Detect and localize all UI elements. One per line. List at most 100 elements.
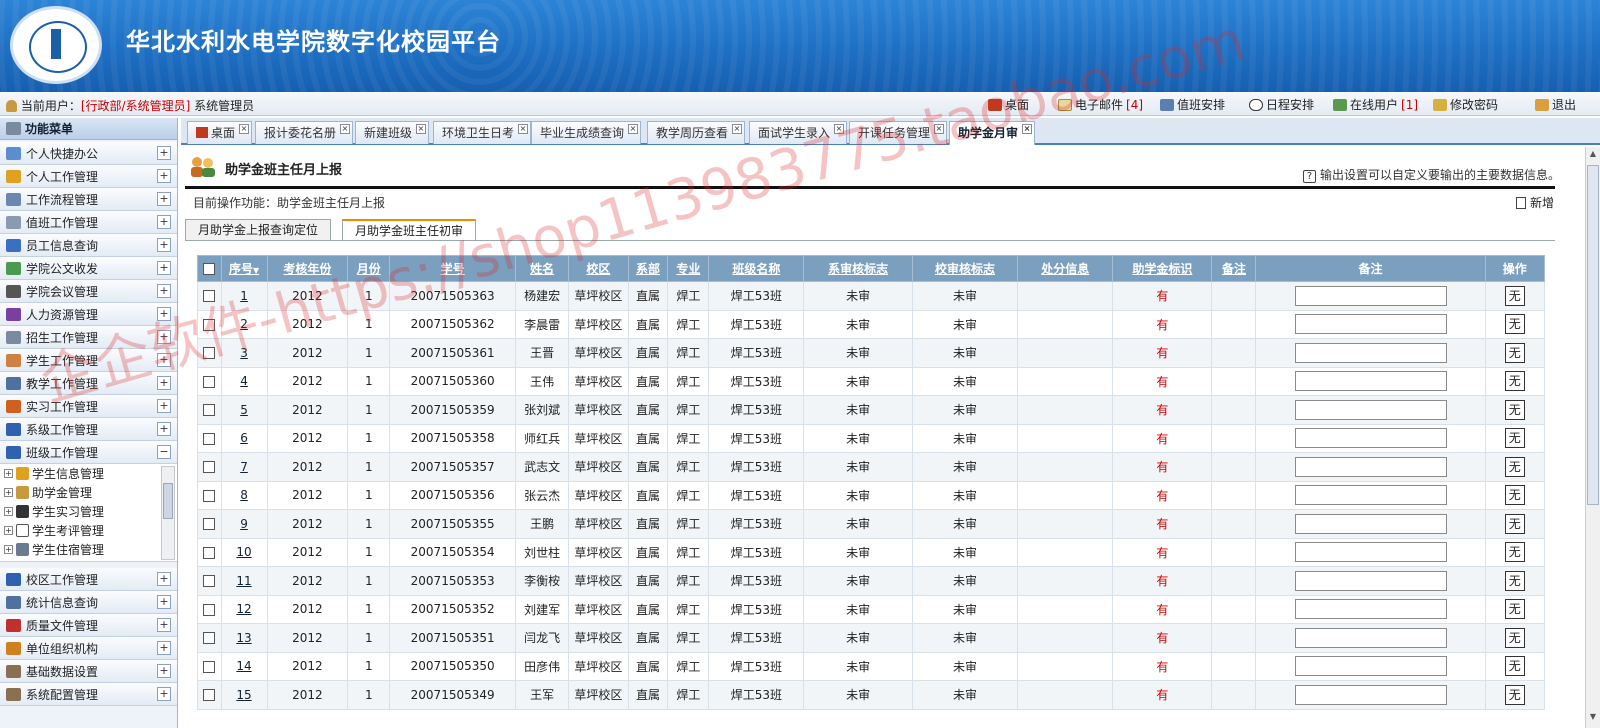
sidebar-item-documents[interactable]: 学院公文收发 + xyxy=(0,257,177,280)
seq-link[interactable]: 7 xyxy=(240,460,248,474)
expand-icon[interactable]: + xyxy=(157,330,171,344)
close-icon[interactable]: × xyxy=(732,124,743,134)
sidebar-item-duty[interactable]: 值班工作管理 + xyxy=(0,211,177,234)
seq-link[interactable]: 4 xyxy=(240,374,248,388)
tab-teaching-calendar[interactable]: 教学周历查看 × xyxy=(647,121,746,144)
close-icon[interactable]: × xyxy=(340,124,351,134)
remark-input[interactable] xyxy=(1294,542,1447,563)
submenu-item-internship[interactable]: + 学生实习管理 xyxy=(0,502,177,521)
remark-input[interactable] xyxy=(1294,342,1447,363)
expand-icon[interactable]: + xyxy=(157,307,171,321)
close-icon[interactable]: × xyxy=(628,124,639,134)
expand-icon[interactable]: + xyxy=(157,284,171,298)
close-icon[interactable]: × xyxy=(934,124,945,134)
row-select-cell[interactable] xyxy=(197,395,222,425)
seq-link[interactable]: 11 xyxy=(236,574,251,588)
action-button[interactable]: 无 xyxy=(1504,542,1525,563)
remark-input[interactable] xyxy=(1294,513,1447,534)
sidebar-item-base-data[interactable]: 基础数据设置 + xyxy=(0,660,177,683)
submenu-item-dorm[interactable]: + 学生住宿管理 xyxy=(0,540,177,559)
tab-desktop[interactable]: 桌面 × xyxy=(187,121,253,144)
action-button[interactable]: 无 xyxy=(1504,684,1525,705)
row-select-cell[interactable] xyxy=(197,281,222,311)
nav-desktop[interactable]: 桌面 xyxy=(988,96,1029,113)
action-button[interactable]: 无 xyxy=(1504,599,1525,620)
remark-input[interactable] xyxy=(1294,371,1447,392)
expand-icon[interactable]: + xyxy=(157,169,171,183)
cell-seq[interactable]: 4 xyxy=(220,366,268,396)
expand-icon[interactable]: + xyxy=(157,664,171,678)
col-seq[interactable]: 序号▼ xyxy=(220,255,268,282)
tab-new-class[interactable]: 新建班级 × xyxy=(355,121,430,144)
row-checkbox[interactable] xyxy=(203,632,216,645)
seq-link[interactable]: 2 xyxy=(240,317,248,331)
cell-seq[interactable]: 13 xyxy=(220,623,268,653)
expand-icon[interactable]: + xyxy=(157,641,171,655)
submenu-item-evaluation[interactable]: + 学生考评管理 xyxy=(0,521,177,540)
cell-seq[interactable]: 6 xyxy=(220,423,268,453)
remark-input[interactable] xyxy=(1294,399,1447,420)
remark-input[interactable] xyxy=(1294,599,1447,620)
submenu-scrollbar[interactable] xyxy=(161,466,175,560)
cell-seq[interactable]: 15 xyxy=(220,680,268,710)
row-select-cell[interactable] xyxy=(197,623,222,653)
tab-grant-monthly[interactable]: 助学金月审 × xyxy=(949,121,1036,145)
sidebar-item-staff-info[interactable]: 员工信息查询 + xyxy=(0,234,177,257)
expand-icon[interactable]: + xyxy=(157,238,171,252)
action-button[interactable]: 无 xyxy=(1504,513,1525,534)
cell-seq[interactable]: 5 xyxy=(220,395,268,425)
row-select-cell[interactable] xyxy=(197,566,222,596)
row-checkbox[interactable] xyxy=(203,603,216,616)
tab-course-tasks[interactable]: 开课任务管理 × xyxy=(849,121,948,144)
sidebar-item-workflow[interactable]: 工作流程管理 + xyxy=(0,188,177,211)
expand-icon[interactable]: + xyxy=(157,376,171,390)
remark-input[interactable] xyxy=(1294,485,1447,506)
col-grant-flag[interactable]: 助学金标识 xyxy=(1112,255,1213,282)
sidebar-item-system-config[interactable]: 系统配置管理 + xyxy=(0,683,177,706)
row-select-cell[interactable] xyxy=(197,537,222,567)
row-checkbox[interactable] xyxy=(203,318,216,331)
col-name[interactable]: 姓名 xyxy=(515,255,570,282)
row-checkbox[interactable] xyxy=(203,546,216,559)
action-button[interactable]: 无 xyxy=(1504,485,1525,506)
sidebar-item-department[interactable]: 系级工作管理 + xyxy=(0,418,177,441)
row-select-cell[interactable] xyxy=(197,509,222,539)
expand-icon[interactable]: + xyxy=(157,687,171,701)
expand-icon[interactable]: + xyxy=(157,261,171,275)
help-text[interactable]: ? 输出设置可以自定义要输出的主要数据信息。 xyxy=(1302,166,1560,183)
subtab-query[interactable]: 月助学金上报查询定位 xyxy=(185,219,332,241)
seq-link[interactable]: 9 xyxy=(240,517,248,531)
row-select-cell[interactable] xyxy=(197,423,222,453)
sidebar-item-campus[interactable]: 校区工作管理 + xyxy=(0,568,177,591)
close-icon[interactable]: × xyxy=(518,124,529,134)
tab-graduate-grades[interactable]: 毕业生成绩查询 × xyxy=(531,121,642,144)
remark-input[interactable] xyxy=(1294,314,1447,335)
sidebar-item-personal-office[interactable]: 个人快捷办公 + xyxy=(0,142,177,165)
row-select-cell[interactable] xyxy=(197,651,222,681)
row-checkbox[interactable] xyxy=(203,290,216,303)
action-button[interactable]: 无 xyxy=(1504,371,1525,392)
action-button[interactable]: 无 xyxy=(1504,627,1525,648)
sidebar-item-student-work[interactable]: 学生工作管理 + xyxy=(0,349,177,372)
action-button[interactable]: 无 xyxy=(1504,285,1525,306)
row-checkbox[interactable] xyxy=(203,489,216,502)
expand-icon[interactable]: + xyxy=(157,422,171,436)
page-scrollbar[interactable]: ▲ ▼ xyxy=(1585,147,1600,728)
collapse-icon[interactable]: − xyxy=(157,445,171,459)
close-icon[interactable]: × xyxy=(834,124,845,134)
cell-seq[interactable]: 14 xyxy=(220,651,268,681)
action-button[interactable]: 无 xyxy=(1504,428,1525,449)
row-checkbox[interactable] xyxy=(203,461,216,474)
remark-input[interactable] xyxy=(1294,627,1447,648)
cell-seq[interactable]: 1 xyxy=(220,281,268,311)
submenu-scroll-thumb[interactable] xyxy=(163,483,173,519)
scroll-down-icon[interactable]: ▼ xyxy=(1587,712,1599,726)
sidebar-item-meetings[interactable]: 学院会议管理 + xyxy=(0,280,177,303)
tree-expand-icon[interactable]: + xyxy=(4,488,13,497)
seq-link[interactable]: 10 xyxy=(236,545,251,559)
action-button[interactable]: 无 xyxy=(1504,399,1525,420)
seq-link[interactable]: 8 xyxy=(240,488,248,502)
expand-icon[interactable]: + xyxy=(157,192,171,206)
col-year[interactable]: 考核年份 xyxy=(266,255,349,282)
row-checkbox[interactable] xyxy=(203,575,216,588)
